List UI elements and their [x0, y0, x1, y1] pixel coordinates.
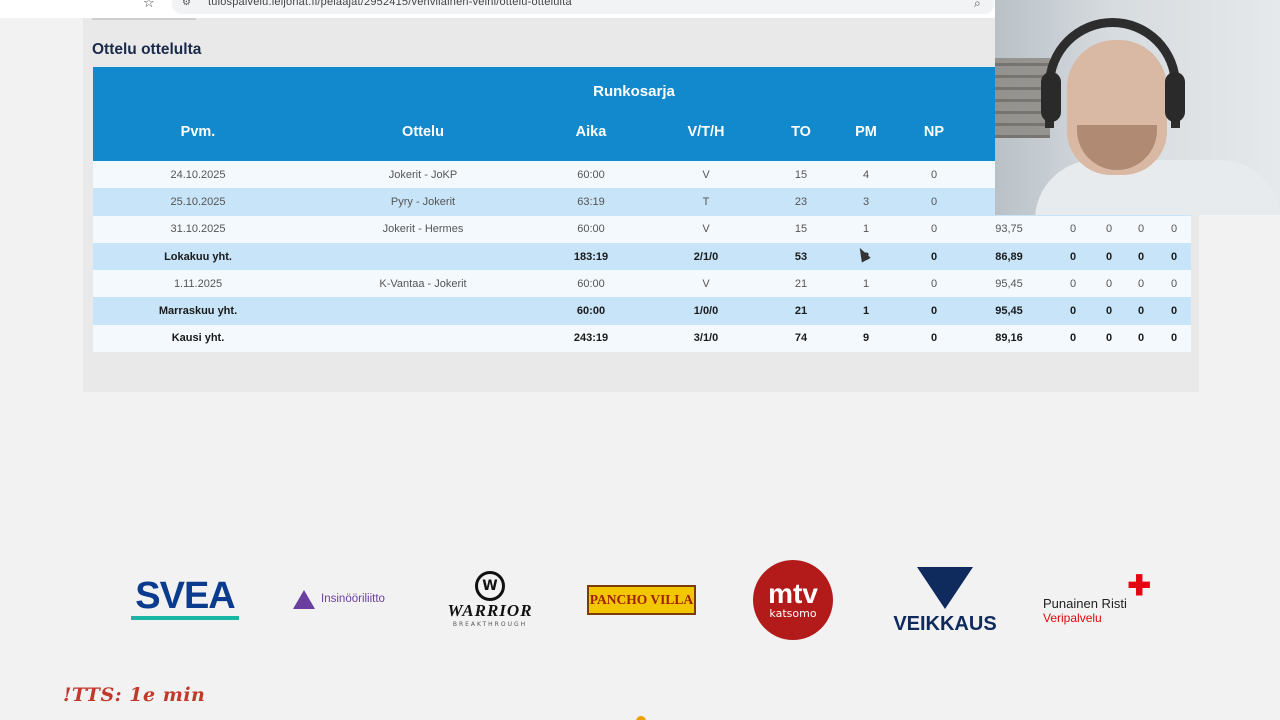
zoom-icon[interactable]: ⌕ — [974, 0, 981, 11]
col-header-vth[interactable]: V/T/H — [687, 124, 724, 140]
cell-c2: 0 — [1105, 277, 1113, 290]
cell-pvm: Kausi yht. — [171, 332, 225, 345]
sponsor-strip: SVEA Insinööriliitto W WARRIOR BREAKTHRO… — [0, 555, 1280, 645]
cell-pm: 9 — [862, 332, 870, 345]
cell-vth: T — [702, 195, 710, 208]
cell-to: 74 — [794, 332, 808, 345]
cell-ottelu: Jokerit - Hermes — [382, 223, 464, 236]
sponsor-insinooriliitto-logo[interactable]: Insinööriliitto — [284, 587, 394, 611]
cell-np: 0 — [930, 168, 938, 181]
table-total-row: Marraskuu yht. 60:00 1/0/0 21 1 0 95,45 0 0 0 0 — [93, 297, 1191, 325]
table-row: 31.10.2025 Jokerit - Hermes 60:00 V 15 1 0 93,7… — [93, 215, 1191, 243]
cell-pvm: Marraskuu yht. — [158, 305, 238, 318]
col-header-ottelu[interactable]: Ottelu — [402, 124, 444, 140]
col-header-aika[interactable]: Aika — [576, 124, 607, 140]
cell-pct: 86,89 — [995, 250, 1023, 263]
orange-marker — [636, 716, 646, 720]
cell-vth: 3/1/0 — [693, 332, 719, 345]
cell-c4: 0 — [1170, 223, 1178, 236]
table-row: 1.11.2025 K-Vantaa - Jokerit 60:00 V 21 1 0 95,… — [93, 270, 1191, 298]
cell-pm: 1 — [862, 223, 870, 236]
table-total-row: Kausi yht. 243:19 3/1/0 74 9 0 89,16 0 0 0 0 — [93, 324, 1191, 353]
sponsor-mtv-katsomo-logo[interactable]: mtv katsomo — [753, 560, 833, 640]
cell-c3: 0 — [1137, 332, 1145, 345]
cell-pvm: 31.10.2025 — [170, 223, 226, 236]
tts-overlay-text: !TTS: 1e min — [63, 684, 206, 706]
col-header-pvm[interactable]: Pvm. — [181, 124, 216, 140]
cell-c3: 0 — [1137, 223, 1145, 236]
cell-c3: 0 — [1137, 250, 1145, 263]
cell-to: 21 — [794, 305, 808, 318]
cell-np: 0 — [930, 250, 938, 263]
col-header-pm[interactable]: PM — [855, 124, 877, 140]
tab-stub — [92, 18, 196, 20]
cell-np: 0 — [930, 223, 938, 236]
section-title: Ottelu ottelulta — [92, 41, 202, 58]
cell-c2: 0 — [1105, 250, 1113, 263]
cell-np: 0 — [930, 277, 938, 290]
cell-vth: 1/0/0 — [693, 305, 719, 318]
cell-c2: 0 — [1105, 332, 1113, 345]
sponsor-svea-logo[interactable]: SVEA — [131, 575, 239, 621]
cell-ottelu: Pyry - Jokerit — [390, 195, 456, 208]
cell-c1: 0 — [1069, 223, 1077, 236]
cell-np: 0 — [930, 195, 938, 208]
cell-vth: V — [702, 277, 710, 290]
cell-aika: 63:19 — [577, 195, 605, 208]
cell-ottelu: Jokerit - JoKP — [388, 168, 458, 181]
cell-vth: 2/1/0 — [693, 250, 719, 263]
cell-pm: 1 — [862, 305, 870, 318]
cell-pm: 1 — [862, 277, 870, 290]
cell-to: 15 — [794, 223, 808, 236]
cell-c1: 0 — [1069, 332, 1077, 345]
bookmark-icon[interactable]: ☆ — [143, 0, 157, 12]
cell-c3: 0 — [1137, 277, 1145, 290]
site-settings-icon[interactable]: ⚙ — [182, 0, 191, 8]
cell-c2: 0 — [1105, 305, 1113, 318]
cell-pvm: 24.10.2025 — [170, 168, 226, 181]
col-header-to[interactable]: TO — [791, 124, 811, 140]
webcam-overlay — [995, 0, 1280, 215]
cell-to: 23 — [794, 195, 808, 208]
cell-vth: V — [702, 223, 710, 236]
cell-np: 0 — [930, 305, 938, 318]
cell-c1: 0 — [1069, 277, 1077, 290]
cell-aika: 243:19 — [573, 332, 609, 345]
cell-aika: 60:00 — [577, 277, 605, 290]
cell-pvm: 25.10.2025 — [170, 195, 226, 208]
cell-ottelu: K-Vantaa - Jokerit — [379, 277, 467, 290]
cell-pvm: Lokakuu yht. — [164, 250, 232, 263]
cell-aika: 60:00 — [577, 223, 605, 236]
sponsor-punainen-risti-logo[interactable]: ✚ Punainen Risti Veripalvelu — [1043, 572, 1155, 625]
cell-c3: 0 — [1137, 305, 1145, 318]
sponsor-veikkaus-logo[interactable]: VEIKKAUS — [890, 563, 1000, 639]
cell-c4: 0 — [1170, 332, 1178, 345]
cell-pct: 95,45 — [995, 305, 1023, 318]
url-text[interactable]: tulospalvelu.leijonat.fi/pelaajat/295241… — [208, 0, 908, 8]
cell-c4: 0 — [1170, 250, 1178, 263]
cell-pct: 89,16 — [995, 332, 1023, 345]
cell-c1: 0 — [1069, 250, 1077, 263]
cell-aika: 183:19 — [573, 250, 609, 263]
cell-c2: 0 — [1105, 223, 1113, 236]
cell-c1: 0 — [1069, 305, 1077, 318]
table-total-row: Lokakuu yht. 183:19 2/1/0 53 8 0 86,89 0 0 0 0 — [93, 242, 1191, 271]
cell-aika: 60:00 — [576, 305, 606, 318]
cell-np: 0 — [930, 332, 938, 345]
cell-pct: 95,45 — [995, 277, 1023, 290]
sponsor-warrior-logo[interactable]: W WARRIOR BREAKTHROUGH — [435, 570, 545, 628]
col-header-np[interactable]: NP — [924, 124, 944, 140]
cell-vth: V — [702, 168, 710, 181]
sponsor-pancho-villa-logo[interactable]: PANCHO VILLA — [587, 585, 696, 615]
cell-to: 15 — [794, 168, 808, 181]
cell-c4: 0 — [1170, 277, 1178, 290]
cell-pct: 93,75 — [995, 223, 1023, 236]
cell-pm: 4 — [862, 168, 870, 181]
cell-to: 53 — [794, 250, 808, 263]
cell-to: 21 — [794, 277, 808, 290]
cell-pm: 3 — [862, 195, 870, 208]
cell-pvm: 1.11.2025 — [173, 277, 223, 290]
cell-c4: 0 — [1170, 305, 1178, 318]
cell-aika: 60:00 — [577, 168, 605, 181]
